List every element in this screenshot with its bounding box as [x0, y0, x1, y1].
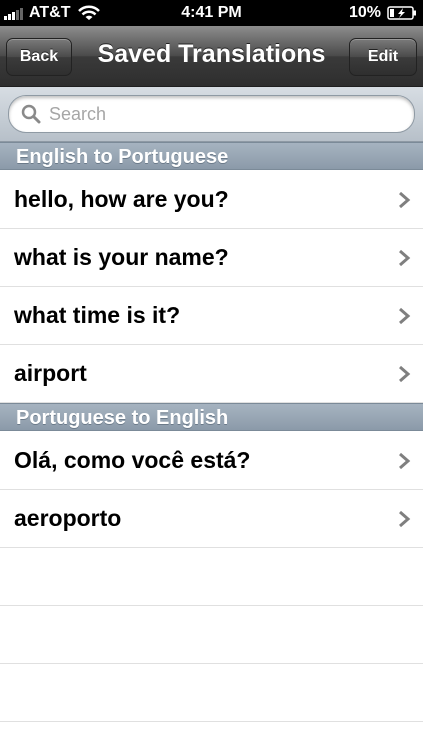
chevron-right-icon: [399, 510, 411, 528]
section-header-portuguese-to-english: Portuguese to English: [0, 403, 423, 431]
status-bar: AT&T 4:41 PM 10%: [0, 0, 423, 26]
list-item-label: hello, how are you?: [14, 186, 229, 212]
list-item[interactable]: aeroporto: [0, 490, 423, 548]
search-icon: [21, 104, 41, 124]
list-item-label: what is your name?: [14, 244, 229, 270]
chevron-right-icon: [399, 452, 411, 470]
list-item[interactable]: what time is it?: [0, 287, 423, 345]
status-right: 10%: [349, 4, 417, 22]
list-item[interactable]: what is your name?: [0, 229, 423, 287]
navigation-bar: Back Saved Translations Edit: [0, 26, 423, 87]
search-field[interactable]: [8, 95, 415, 133]
empty-row: [0, 664, 423, 722]
chevron-right-icon: [399, 365, 411, 383]
battery-icon: [387, 6, 416, 20]
page-title: Saved Translations: [97, 40, 326, 68]
section-header-english-to-portuguese: English to Portuguese: [0, 142, 423, 170]
list-item[interactable]: airport: [0, 345, 423, 403]
chevron-right-icon: [399, 249, 411, 267]
back-button[interactable]: Back: [6, 38, 72, 76]
list-item-label: Olá, como você está?: [14, 447, 251, 473]
list-item-label: aeroporto: [14, 505, 122, 531]
empty-row: [0, 606, 423, 664]
list-item-label: airport: [14, 360, 87, 386]
empty-row: [0, 548, 423, 606]
chevron-right-icon: [399, 191, 411, 209]
edit-button[interactable]: Edit: [349, 38, 417, 76]
battery-percent: 10%: [348, 4, 381, 21]
list-item[interactable]: Olá, como você está?: [0, 432, 423, 490]
list-item-label: what time is it?: [14, 302, 181, 328]
list-item[interactable]: hello, how are you?: [0, 171, 423, 229]
chevron-right-icon: [399, 307, 411, 325]
search-bar: [0, 87, 423, 142]
search-input[interactable]: [47, 102, 391, 126]
